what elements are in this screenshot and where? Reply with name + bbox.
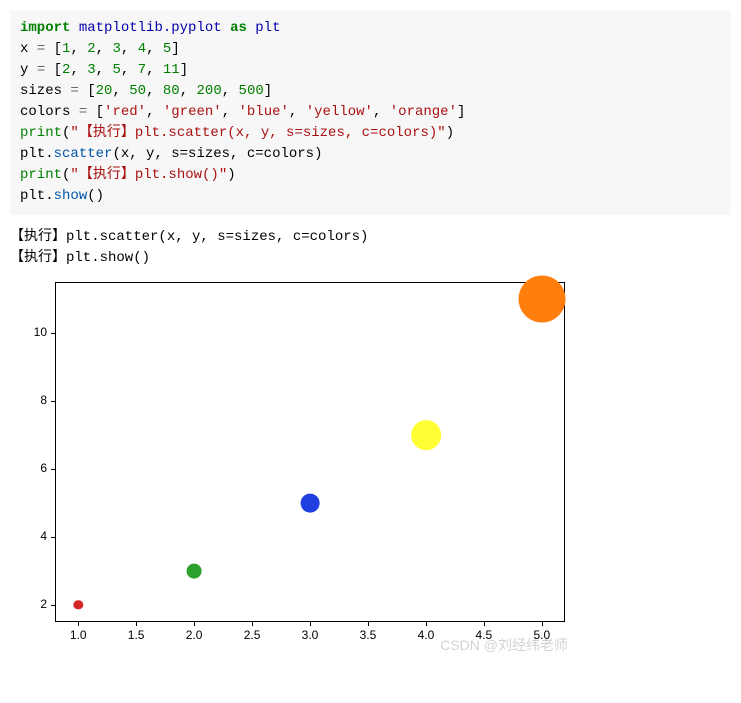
- xtick-label: 5.0: [527, 628, 557, 642]
- scatter-point: [518, 276, 565, 323]
- xtick-label: 3.5: [353, 628, 383, 642]
- scatter-point: [411, 420, 441, 450]
- xtick-label: 1.0: [63, 628, 93, 642]
- xtick-label: 2.0: [179, 628, 209, 642]
- scatter-point: [187, 564, 202, 579]
- ytick-mark: [51, 605, 55, 606]
- obj-plt: plt: [20, 146, 45, 162]
- ytick-label: 8: [17, 393, 47, 407]
- kw-as: as: [230, 20, 247, 36]
- args-scatter: (x, y, s=sizes, c=colors): [112, 146, 322, 162]
- scatter-point: [301, 494, 320, 513]
- var-x: x: [20, 41, 28, 57]
- out-line1: 【执行】plt.scatter(x, y, s=sizes, c=colors): [10, 229, 368, 245]
- xtick-mark: [194, 622, 195, 626]
- xtick-mark: [542, 622, 543, 626]
- ytick-mark: [51, 333, 55, 334]
- xtick-label: 4.5: [469, 628, 499, 642]
- scatter-chart: CSDN @刘经纬老师 2468101.01.52.02.53.03.54.04…: [10, 277, 570, 657]
- xtick-label: 1.5: [121, 628, 151, 642]
- xtick-mark: [78, 622, 79, 626]
- str-arg1: "【执行】plt.scatter(x, y, s=sizes, c=colors…: [70, 125, 445, 141]
- var-sizes: sizes: [20, 83, 62, 99]
- xtick-mark: [368, 622, 369, 626]
- str-arg2: "【执行】plt.show()": [70, 167, 227, 183]
- var-colors: colors: [20, 104, 70, 120]
- code-cell: import matplotlib.pyplot as plt x = [1, …: [10, 10, 731, 215]
- out-line2: 【执行】plt.show(): [10, 250, 150, 266]
- meth-show: show: [54, 188, 88, 204]
- ytick-label: 10: [17, 325, 47, 339]
- ytick-mark: [51, 537, 55, 538]
- args-show: (): [87, 188, 104, 204]
- ytick-label: 6: [17, 461, 47, 475]
- mod-plt: plt: [255, 20, 280, 36]
- xtick-label: 4.0: [411, 628, 441, 642]
- ytick-label: 4: [17, 529, 47, 543]
- ytick-mark: [51, 469, 55, 470]
- xtick-label: 3.0: [295, 628, 325, 642]
- ytick-mark: [51, 401, 55, 402]
- mod-mpl: matplotlib.pyplot: [79, 20, 222, 36]
- fn-print2: print: [20, 167, 62, 183]
- plot-area: [55, 282, 565, 622]
- xtick-mark: [484, 622, 485, 626]
- xtick-mark: [426, 622, 427, 626]
- eq: =: [37, 41, 45, 57]
- ytick-label: 2: [17, 597, 47, 611]
- fn-print: print: [20, 125, 62, 141]
- xtick-mark: [310, 622, 311, 626]
- xtick-mark: [252, 622, 253, 626]
- stdout: 【执行】plt.scatter(x, y, s=sizes, c=colors)…: [10, 227, 731, 269]
- xtick-label: 2.5: [237, 628, 267, 642]
- kw-import: import: [20, 20, 70, 36]
- obj-plt2: plt: [20, 188, 45, 204]
- var-y: y: [20, 62, 28, 78]
- meth-scatter: scatter: [54, 146, 113, 162]
- xtick-mark: [136, 622, 137, 626]
